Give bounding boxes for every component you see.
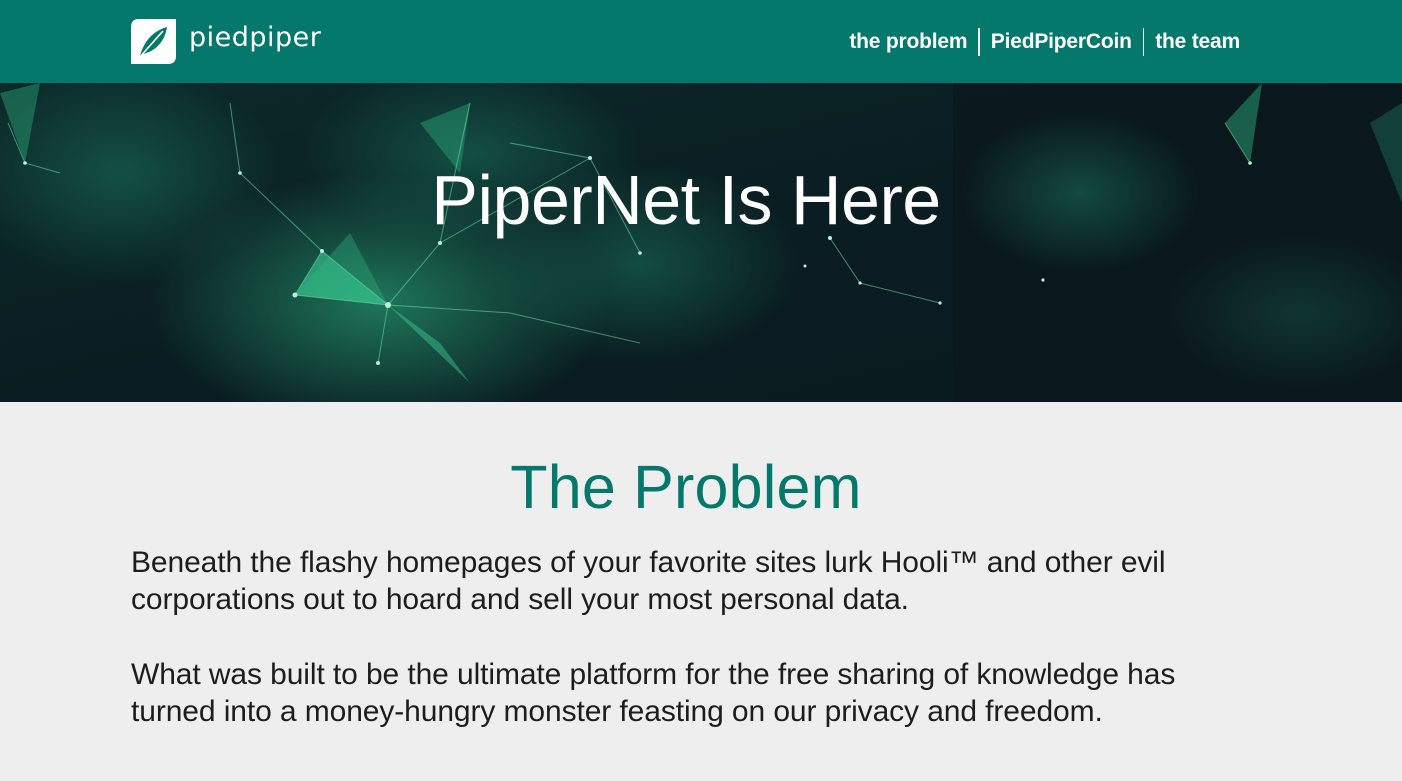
brand-name: piedpiper xyxy=(189,21,322,53)
site-header: piedpiper the problem PiedPiperCoin the … xyxy=(0,0,1402,83)
nav-link-the-problem[interactable]: the problem xyxy=(838,27,978,57)
problem-paragraph: What was built to be the ultimate platfo… xyxy=(131,658,1176,728)
hero-banner: PiperNet Is Here xyxy=(0,83,1402,402)
nav-divider xyxy=(1142,28,1145,56)
problem-heading: The Problem xyxy=(510,453,862,521)
problem-section: The Problem Beneath the flashy homepages… xyxy=(0,402,1402,781)
hero-title: PiperNet Is Here xyxy=(431,161,941,239)
problem-paragraph: Beneath the flashy homepages of your fav… xyxy=(131,546,1166,616)
nav-divider xyxy=(978,28,980,56)
nav-link-piedpipercoin[interactable]: PiedPiperCoin xyxy=(980,27,1143,57)
brand-link[interactable]: piedpiper xyxy=(131,18,321,64)
leaf-logo-icon xyxy=(131,18,176,64)
nav-link-the-team[interactable]: the team xyxy=(1144,27,1240,57)
main-nav: the problem PiedPiperCoin the team xyxy=(838,27,1240,57)
network-background-image xyxy=(0,83,1402,402)
